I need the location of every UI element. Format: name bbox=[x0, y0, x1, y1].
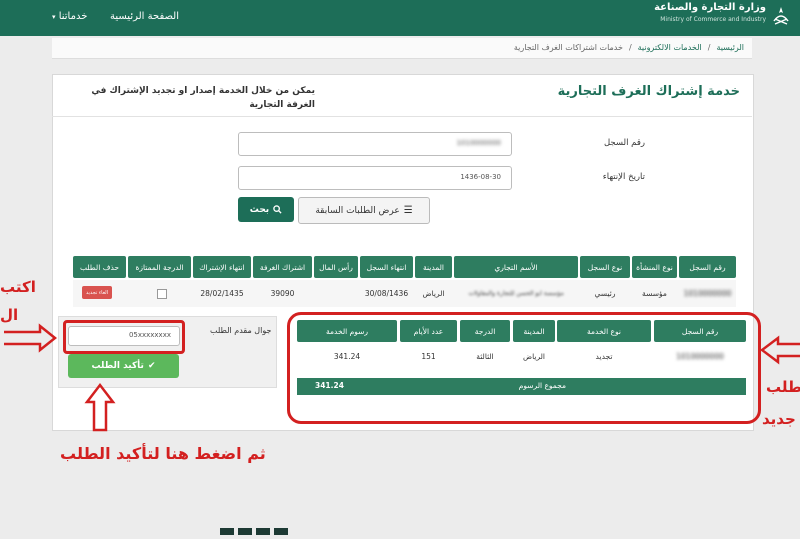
annotation-left-top: اكتب bbox=[0, 278, 36, 296]
annotation-arrow-right bbox=[4, 323, 58, 353]
annotation-right-top: طلب bbox=[766, 378, 800, 396]
annotation-right-bottom: جديد bbox=[762, 410, 796, 428]
annotation-arrow-left bbox=[759, 335, 800, 365]
bottom-decoration bbox=[214, 520, 294, 535]
annotation-left-mid: ال bbox=[0, 306, 19, 324]
annotation-arrow-up bbox=[84, 382, 116, 432]
annotation-instruction: ثم اضغط هنا لتأكيد الطلب bbox=[60, 444, 266, 463]
